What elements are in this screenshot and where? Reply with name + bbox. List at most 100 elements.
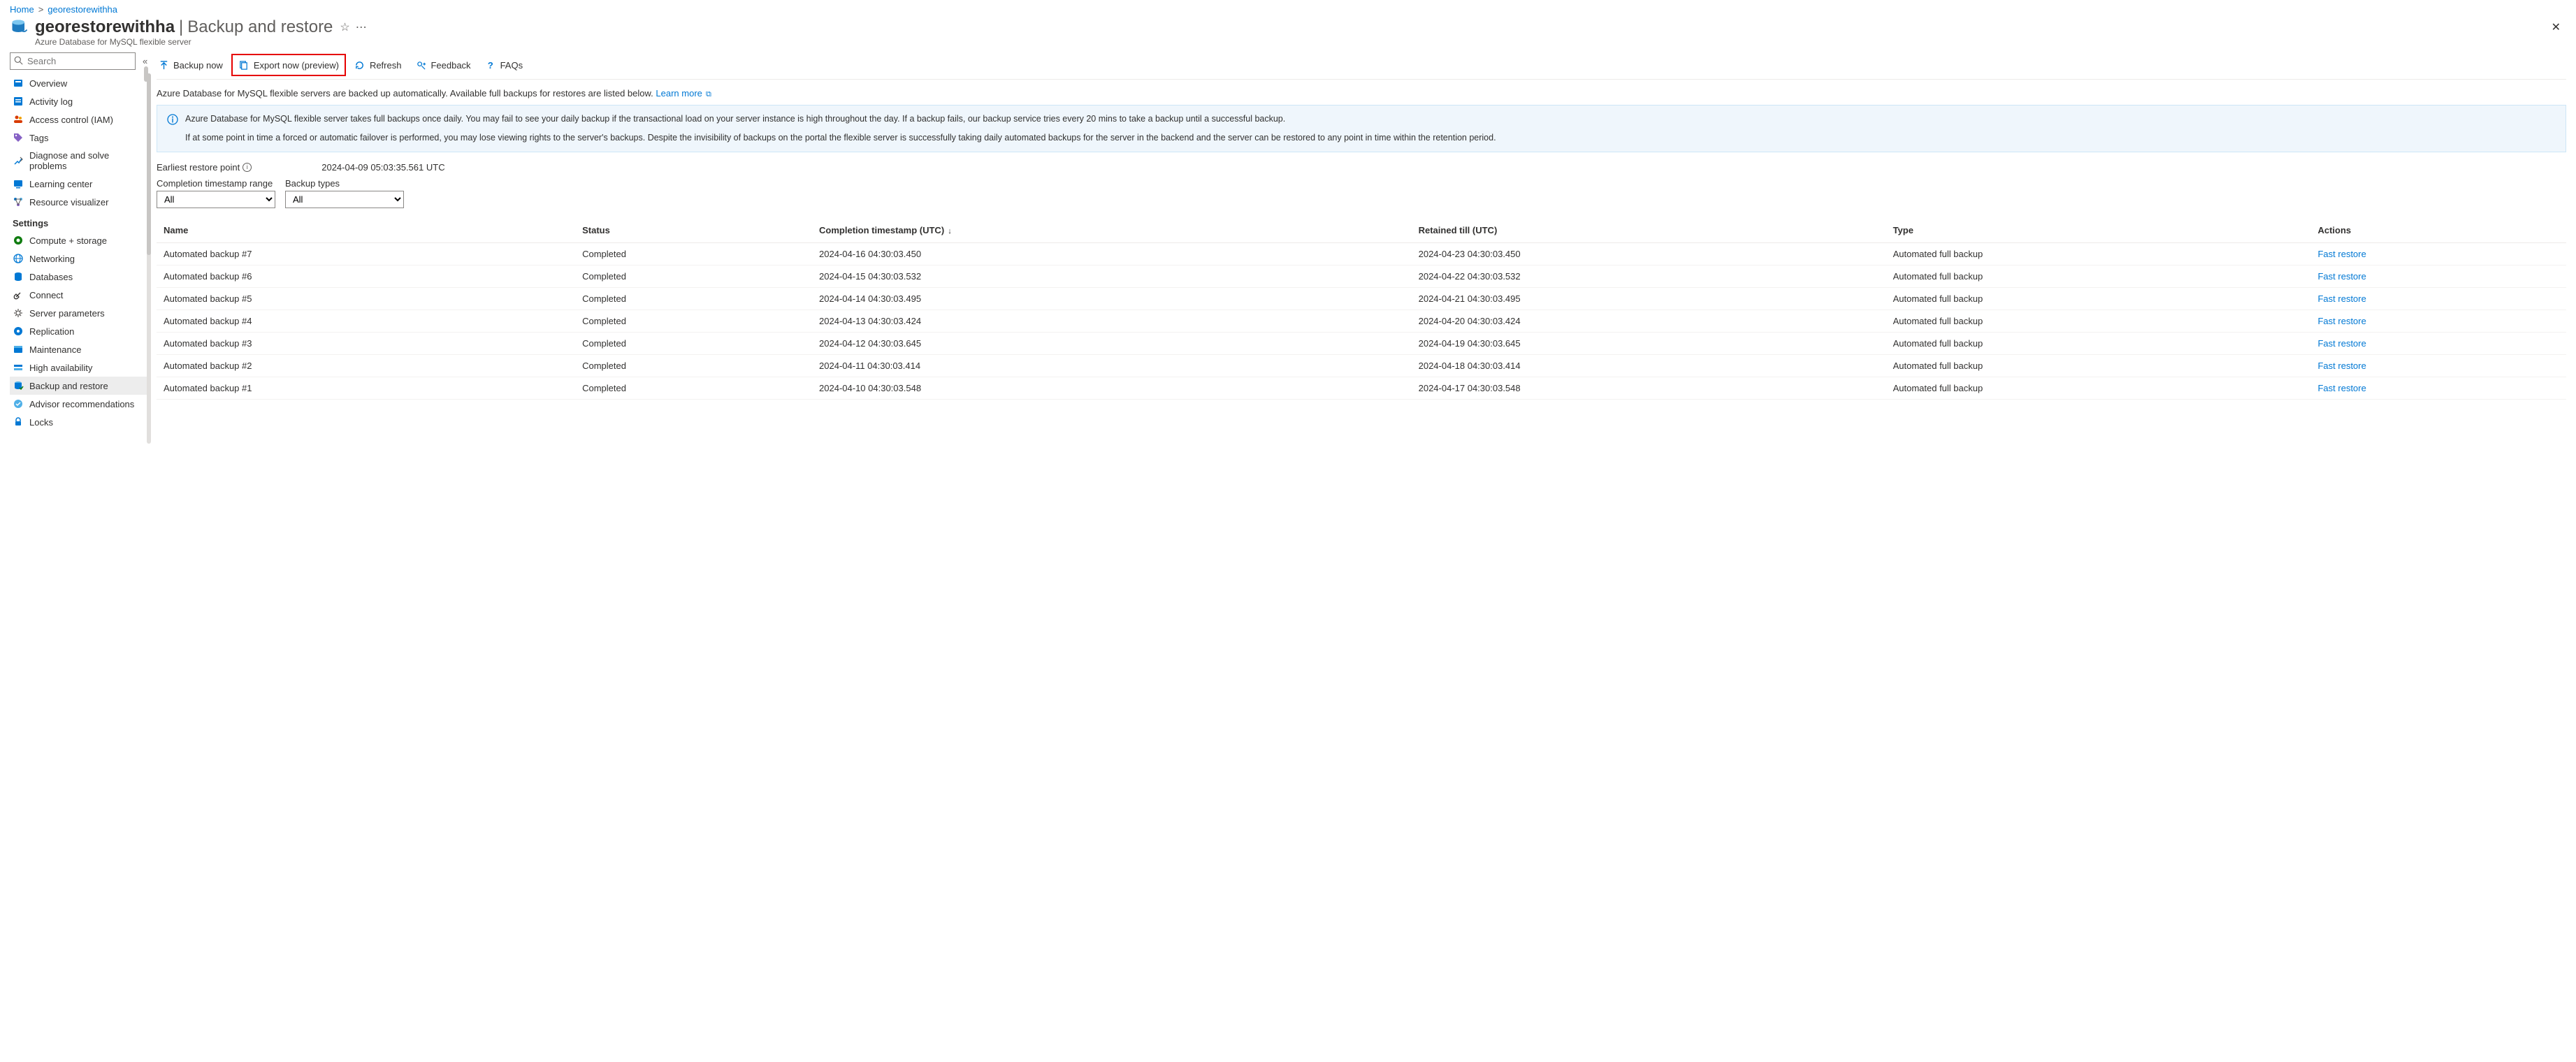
content-scrollbar[interactable] — [144, 66, 148, 82]
close-icon[interactable]: ✕ — [2546, 17, 2566, 37]
table-row: Automated backup #6Completed2024-04-15 0… — [157, 265, 2566, 287]
info-line-1: Azure Database for MySQL flexible server… — [185, 112, 1496, 126]
table-row: Automated backup #4Completed2024-04-13 0… — [157, 310, 2566, 332]
sidebar-item-label: Overview — [29, 78, 67, 89]
learning-icon — [13, 178, 24, 189]
cell-completion: 2024-04-16 04:30:03.450 — [812, 242, 1412, 265]
cell-name: Automated backup #4 — [157, 310, 575, 332]
fast-restore-link[interactable]: Fast restore — [2317, 293, 2366, 304]
feedback-button[interactable]: Feedback — [414, 58, 472, 72]
export-now-button[interactable]: Export now (preview) — [231, 54, 346, 76]
cell-type: Automated full backup — [1886, 265, 2311, 287]
cell-name: Automated backup #5 — [157, 287, 575, 310]
more-menu-icon[interactable]: ⋯ — [356, 20, 368, 34]
earliest-restore-label: Earliest restore point i — [157, 162, 252, 173]
table-row: Automated backup #2Completed2024-04-11 0… — [157, 354, 2566, 377]
search-input[interactable] — [10, 52, 136, 70]
sidebar-item-backup-and-restore[interactable]: Backup and restore — [10, 377, 147, 395]
faqs-label: FAQs — [500, 60, 523, 71]
sidebar-item-diagnose-and-solve-problems[interactable]: Diagnose and solve problems — [10, 147, 147, 175]
col-actions[interactable]: Actions — [2310, 218, 2566, 243]
cell-name: Automated backup #2 — [157, 354, 575, 377]
sidebar-item-label: Replication — [29, 326, 74, 337]
sidebar-item-maintenance[interactable]: Maintenance — [10, 340, 147, 358]
fast-restore-link[interactable]: Fast restore — [2317, 361, 2366, 371]
breadcrumb-resource[interactable]: georestorewithha — [48, 4, 117, 15]
backup-types-label: Backup types — [285, 178, 404, 189]
chevron-right-icon: > — [38, 4, 44, 15]
favorite-star-icon[interactable]: ☆ — [340, 20, 349, 34]
cell-completion: 2024-04-11 04:30:03.414 — [812, 354, 1412, 377]
cell-completion: 2024-04-14 04:30:03.495 — [812, 287, 1412, 310]
sidebar-item-label: Tags — [29, 133, 48, 143]
backup-icon — [13, 380, 24, 391]
svg-text:?: ? — [488, 60, 493, 71]
export-icon — [238, 59, 249, 71]
backups-table: Name Status Completion timestamp (UTC) ↓… — [157, 218, 2566, 400]
sidebar-item-connect[interactable]: Connect — [10, 286, 147, 304]
backup-types-select[interactable]: All — [285, 191, 404, 208]
title-separator: | — [179, 17, 183, 37]
completion-range-select[interactable]: All — [157, 191, 275, 208]
cell-completion: 2024-04-15 04:30:03.532 — [812, 265, 1412, 287]
col-completion[interactable]: Completion timestamp (UTC) ↓ — [812, 218, 1412, 243]
sidebar-item-access-control-iam-[interactable]: Access control (IAM) — [10, 110, 147, 129]
fast-restore-link[interactable]: Fast restore — [2317, 249, 2366, 259]
col-status[interactable]: Status — [575, 218, 812, 243]
cell-retained: 2024-04-18 04:30:03.414 — [1412, 354, 1886, 377]
col-retained[interactable]: Retained till (UTC) — [1412, 218, 1886, 243]
cell-name: Automated backup #1 — [157, 377, 575, 399]
backup-now-label: Backup now — [173, 60, 223, 71]
faqs-button[interactable]: ? FAQs — [484, 58, 525, 72]
sidebar-item-locks[interactable]: Locks — [10, 413, 147, 431]
feedback-label: Feedback — [430, 60, 470, 71]
earliest-restore-value: 2024-04-09 05:03:35.561 UTC — [321, 162, 444, 173]
cell-type: Automated full backup — [1886, 354, 2311, 377]
sidebar-item-activity-log[interactable]: Activity log — [10, 92, 147, 110]
params-icon — [13, 307, 24, 319]
col-type[interactable]: Type — [1886, 218, 2311, 243]
cell-retained: 2024-04-17 04:30:03.548 — [1412, 377, 1886, 399]
connect-icon — [13, 289, 24, 300]
breadcrumb: Home > georestorewithha — [0, 0, 2576, 17]
page-header: georestorewithha | Backup and restore ☆ … — [0, 17, 2576, 38]
info-tooltip-icon[interactable]: i — [243, 163, 252, 172]
fast-restore-link[interactable]: Fast restore — [2317, 383, 2366, 393]
col-name[interactable]: Name — [157, 218, 575, 243]
table-row: Automated backup #1Completed2024-04-10 0… — [157, 377, 2566, 399]
sidebar-item-server-parameters[interactable]: Server parameters — [10, 304, 147, 322]
sidebar-item-resource-visualizer[interactable]: Resource visualizer — [10, 193, 147, 211]
table-row: Automated backup #5Completed2024-04-14 0… — [157, 287, 2566, 310]
breadcrumb-home[interactable]: Home — [10, 4, 34, 15]
mysql-icon — [10, 17, 29, 37]
question-icon: ? — [485, 59, 496, 71]
sidebar-item-overview[interactable]: Overview — [10, 74, 147, 92]
fast-restore-link[interactable]: Fast restore — [2317, 338, 2366, 349]
visualizer-icon — [13, 196, 24, 208]
sidebar-item-advisor-recommendations[interactable]: Advisor recommendations — [10, 395, 147, 413]
sidebar-item-learning-center[interactable]: Learning center — [10, 175, 147, 193]
sidebar-item-label: Server parameters — [29, 308, 105, 319]
cell-actions: Fast restore — [2310, 265, 2566, 287]
sort-arrow-icon: ↓ — [946, 227, 952, 235]
sidebar-item-replication[interactable]: Replication — [10, 322, 147, 340]
replication-icon — [13, 326, 24, 337]
backup-now-button[interactable]: Backup now — [157, 58, 224, 72]
cell-completion: 2024-04-12 04:30:03.645 — [812, 332, 1412, 354]
fast-restore-link[interactable]: Fast restore — [2317, 271, 2366, 282]
activity-icon — [13, 96, 24, 107]
sidebar-item-databases[interactable]: Databases — [10, 268, 147, 286]
sidebar-item-high-availability[interactable]: High availability — [10, 358, 147, 377]
sidebar-item-compute-storage[interactable]: Compute + storage — [10, 231, 147, 249]
main-content: Backup now Export now (preview) Refresh … — [147, 52, 2576, 438]
sidebar-item-label: Learning center — [29, 179, 92, 189]
upload-icon — [158, 59, 169, 71]
cell-actions: Fast restore — [2310, 354, 2566, 377]
refresh-button[interactable]: Refresh — [353, 58, 403, 72]
learn-more-link[interactable]: Learn more ⧉ — [656, 88, 711, 99]
sidebar-item-tags[interactable]: Tags — [10, 129, 147, 147]
fast-restore-link[interactable]: Fast restore — [2317, 316, 2366, 326]
cell-status: Completed — [575, 354, 812, 377]
sidebar-item-label: Networking — [29, 254, 75, 264]
sidebar-item-networking[interactable]: Networking — [10, 249, 147, 268]
